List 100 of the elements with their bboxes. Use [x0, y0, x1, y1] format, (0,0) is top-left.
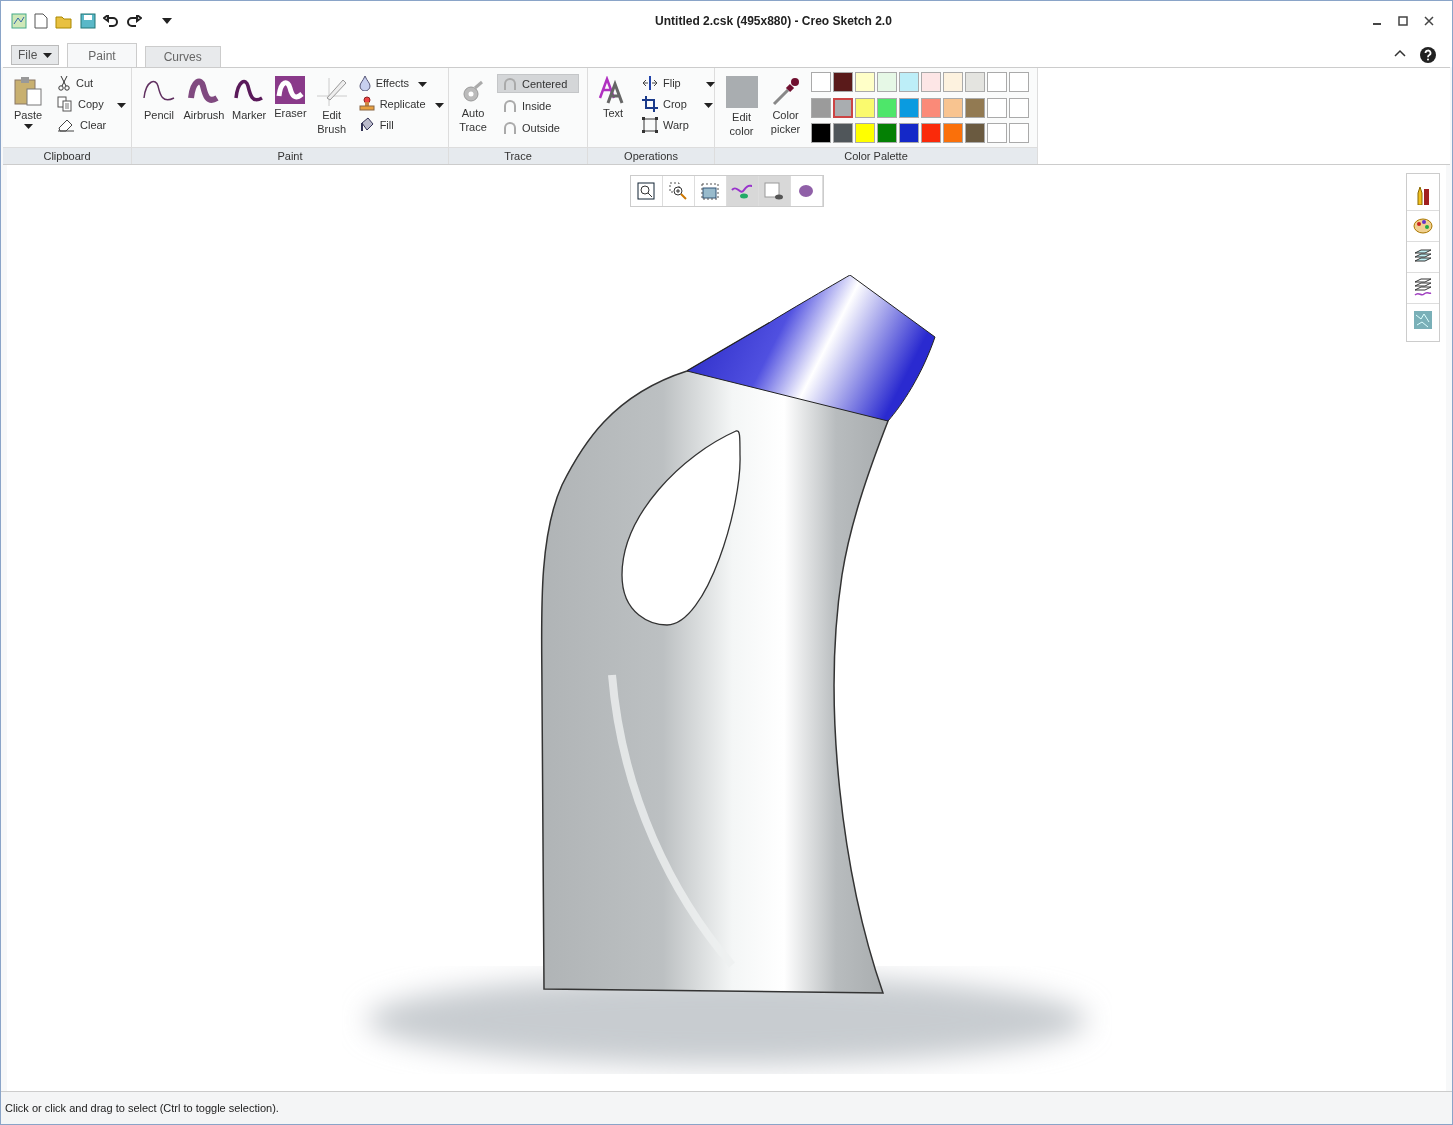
- status-text: Click or click and drag to select (Ctrl to toggle selection).: [5, 1102, 279, 1114]
- stamp-icon: [358, 96, 375, 112]
- crop-button[interactable]: Crop: [638, 95, 719, 113]
- color-swatch[interactable]: [987, 72, 1007, 92]
- group-label: Color Palette: [715, 147, 1037, 164]
- image-pan-icon: [701, 182, 719, 200]
- drop-icon: [358, 75, 371, 91]
- window-title: Untitled 2.csk (495x880) - Creo Sketch 2.0: [654, 14, 893, 28]
- pencil-brush-icon: [1415, 185, 1431, 205]
- color-swatch[interactable]: [1009, 97, 1029, 118]
- current-color-swatch: [725, 76, 758, 108]
- ellipse-icon: [797, 184, 815, 198]
- warp-button[interactable]: Warp: [638, 116, 719, 134]
- arc-icon: [504, 77, 516, 90]
- flip-button[interactable]: Flip: [638, 74, 719, 92]
- canvas-eye-icon: [764, 182, 784, 200]
- trace-option[interactable]: Centered: [497, 74, 579, 93]
- new-file-icon[interactable]: [34, 13, 48, 29]
- pencil-tool[interactable]: Pencil: [140, 74, 178, 147]
- auto-trace-button[interactable]: Auto Trace: [457, 78, 489, 147]
- eraser-icon: [57, 118, 75, 132]
- clear-button[interactable]: Clear: [53, 116, 130, 134]
- app-icon: [11, 13, 27, 29]
- color-swatch[interactable]: [877, 123, 897, 144]
- view-toggle[interactable]: [726, 176, 759, 206]
- help-icon[interactable]: [1420, 47, 1436, 63]
- color-swatch[interactable]: [811, 72, 831, 92]
- group-label: Trace: [449, 147, 587, 164]
- curve-eye-icon: [731, 182, 753, 200]
- airbrush-stroke-icon: [187, 76, 221, 106]
- brush-icon: [314, 76, 349, 106]
- color-swatch[interactable]: [987, 97, 1007, 118]
- collapse-ribbon-icon[interactable]: [1394, 49, 1406, 57]
- edit-tool[interactable]: Edit Brush: [312, 74, 351, 147]
- maximize-icon[interactable]: [1398, 16, 1408, 26]
- paste-button[interactable]: Paste: [11, 74, 45, 147]
- caret-icon: [703, 103, 713, 108]
- color-swatch[interactable]: [811, 97, 831, 118]
- view-toggle[interactable]: [758, 176, 791, 206]
- color-swatch[interactable]: [943, 72, 963, 92]
- trace-option[interactable]: Outside: [497, 118, 579, 137]
- cut-button[interactable]: Cut: [53, 74, 130, 92]
- effects-button[interactable]: Effects: [354, 74, 448, 92]
- group-label: Clipboard: [3, 147, 131, 164]
- color-swatch[interactable]: [987, 123, 1007, 144]
- edit-color-button[interactable]: Edit color: [723, 74, 761, 147]
- color-swatch[interactable]: [1009, 123, 1029, 144]
- color-swatch[interactable]: [899, 123, 919, 144]
- caret-icon: [705, 82, 715, 87]
- eraser-stroke-icon: [275, 76, 306, 104]
- trace-option[interactable]: Inside: [497, 96, 579, 115]
- color-swatch[interactable]: [899, 72, 919, 92]
- color-swatch[interactable]: [833, 97, 853, 118]
- color-swatch[interactable]: [877, 97, 897, 118]
- file-menu[interactable]: File: [11, 45, 60, 65]
- customize-caret-icon[interactable]: [159, 17, 175, 25]
- color-swatch[interactable]: [921, 72, 941, 92]
- group-label: Operations: [588, 147, 714, 164]
- replicate-button[interactable]: Replicate: [354, 95, 448, 113]
- color-swatch[interactable]: [811, 123, 831, 144]
- flip-icon: [642, 76, 658, 90]
- caret-icon: [434, 103, 444, 108]
- marker-tool[interactable]: Marker: [230, 74, 269, 147]
- color-swatch[interactable]: [965, 97, 985, 118]
- copy-icon: [57, 96, 73, 112]
- color-swatch[interactable]: [877, 72, 897, 92]
- color-swatch[interactable]: [943, 97, 963, 118]
- color-swatch[interactable]: [833, 123, 853, 144]
- color-swatch[interactable]: [921, 123, 941, 144]
- color-swatch[interactable]: [833, 72, 853, 92]
- redo-icon[interactable]: [126, 15, 142, 27]
- color-swatch[interactable]: [899, 97, 919, 118]
- color-swatch[interactable]: [855, 123, 875, 144]
- ribbon-tab[interactable]: Curves: [144, 46, 221, 67]
- paint-bucket-icon: [358, 117, 375, 133]
- save-icon[interactable]: [80, 13, 96, 29]
- color-picker-button[interactable]: Color picker: [766, 74, 805, 147]
- color-swatch[interactable]: [965, 72, 985, 92]
- texture-icon: [1414, 310, 1432, 329]
- close-icon[interactable]: [1424, 16, 1434, 26]
- color-swatch[interactable]: [943, 123, 963, 144]
- color-swatch[interactable]: [1009, 72, 1029, 92]
- color-swatch[interactable]: [921, 97, 941, 118]
- caret-icon: [43, 52, 53, 58]
- group-label: Paint: [132, 147, 448, 164]
- eraser-tool[interactable]: Eraser: [272, 74, 309, 147]
- fill-button[interactable]: Fill: [354, 116, 448, 134]
- caret-icon: [116, 103, 126, 108]
- airbrush-tool[interactable]: Airbrush: [182, 74, 226, 147]
- text-button[interactable]: Text: [596, 74, 630, 147]
- copy-button[interactable]: Copy: [53, 95, 130, 113]
- color-swatch[interactable]: [855, 97, 875, 118]
- zoom-icon: [637, 182, 655, 200]
- color-swatch[interactable]: [965, 123, 985, 144]
- undo-icon[interactable]: [103, 15, 119, 27]
- trace-gear-icon: [461, 80, 485, 104]
- ribbon-tab[interactable]: Paint: [67, 43, 137, 67]
- open-folder-icon[interactable]: [55, 13, 73, 29]
- color-swatch[interactable]: [855, 72, 875, 92]
- warp-icon: [642, 117, 658, 133]
